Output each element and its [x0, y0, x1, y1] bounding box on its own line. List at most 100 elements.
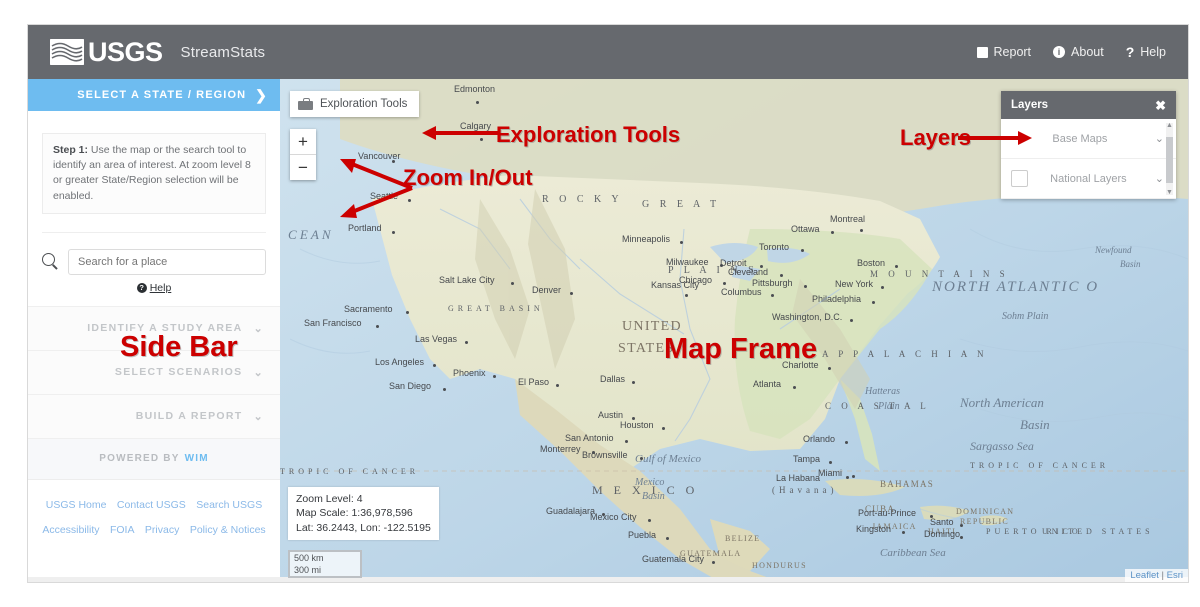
place-search-row: [42, 248, 266, 275]
question-circle-icon: ?: [136, 282, 147, 293]
map-city-label: Denver: [532, 285, 562, 295]
map-region-label: TROPIC OF CANCER: [970, 461, 1110, 470]
map-city-label: Washington, D.C.: [772, 312, 843, 322]
map-city-label: Boston: [857, 258, 886, 268]
question-mark-icon: ?: [1125, 44, 1135, 60]
header-nav: Report i About ? Help: [976, 45, 1166, 59]
powered-by: POWERED BY WIM: [28, 437, 280, 479]
map-city-label: Mexico City: [590, 512, 637, 522]
chevron-down-icon: ⌄: [253, 366, 264, 379]
footer-link-search-usgs[interactable]: Search USGS: [196, 499, 262, 511]
map-city-label: Dallas: [600, 374, 626, 384]
map-city-label: Phoenix: [453, 368, 486, 378]
map-region-label: R O C K Y: [542, 194, 623, 205]
close-icon[interactable]: ✖: [1155, 99, 1166, 112]
search-icon: [42, 253, 59, 270]
scrollbar-thumb[interactable]: [1166, 137, 1173, 183]
annotation-zoom-in-out: Zoom In/Out: [403, 165, 533, 190]
footer-link-policy-notices[interactable]: Policy & Notices: [190, 524, 266, 536]
chevron-down-icon: ⌄: [253, 410, 264, 423]
map-city-label: San Diego: [389, 381, 432, 391]
map-city-label: Philadelphia: [812, 294, 862, 304]
map-attribution: Leaflet | Esri: [1125, 569, 1188, 582]
nav-about-label: About: [1071, 45, 1104, 59]
attribution-leaflet-link[interactable]: Leaflet: [1130, 570, 1159, 581]
map-region-label: BAHAMAS: [880, 479, 935, 489]
layer-checkbox[interactable]: [1011, 170, 1028, 187]
nav-help[interactable]: ? Help: [1126, 45, 1166, 59]
info-circle-icon: i: [1053, 46, 1066, 58]
map-city-label: Houston: [620, 420, 654, 430]
search-help-link-row: ? Help: [28, 282, 280, 294]
sidebar-accordion: IDENTIFY A STUDY AREA ⌄ SELECT SCENARIOS…: [28, 305, 280, 438]
powered-by-brand[interactable]: WIM: [185, 453, 209, 464]
map-region-label: TROPIC OF CANCER: [280, 467, 420, 476]
map-region-label: GREAT BASIN: [448, 304, 544, 313]
map-region-label: DOMINICAN: [956, 507, 1015, 516]
map-city-label: Guatemala City: [642, 554, 705, 564]
map-region-label: G R E A T: [642, 199, 721, 210]
nav-report[interactable]: Report: [976, 45, 1032, 59]
map-city-label: Minneapolis: [622, 234, 671, 244]
usgs-wordmark: USGS: [88, 36, 163, 67]
sidebar-section-build-a-report[interactable]: BUILD A REPORT ⌄: [28, 393, 280, 438]
toolbox-icon: [298, 98, 313, 110]
map-city-label: Toronto: [759, 242, 790, 252]
search-help-link[interactable]: ? Help: [136, 282, 171, 294]
map-region-label: M E X I C O: [592, 483, 699, 497]
layers-scrollbar[interactable]: ▲ ▼: [1166, 122, 1173, 196]
map-city-label: New York: [835, 279, 874, 289]
layer-row-national-layers[interactable]: National Layers ⌄: [1001, 159, 1176, 199]
footer-link-foia[interactable]: FOIA: [110, 524, 135, 536]
zoom-controls: + −: [290, 129, 316, 180]
scale-bar-mi: 300 mi: [288, 564, 362, 578]
app-header: USGS StreamStats Report i About ? Help: [28, 25, 1188, 79]
usgs-wave-mark-icon: [50, 39, 84, 65]
map-city-label: Guadalajara: [546, 506, 596, 516]
map-city-label: Santo: [930, 517, 954, 527]
scroll-down-arrow-icon[interactable]: ▼: [1166, 189, 1173, 196]
zoom-out-button[interactable]: −: [290, 155, 316, 180]
map-city-label: Pittsburgh: [752, 278, 793, 288]
attribution-separator: |: [1158, 570, 1167, 581]
footer-link-privacy[interactable]: Privacy: [145, 524, 179, 536]
sidebar-section-label: BUILD A REPORT: [135, 410, 243, 423]
nav-about[interactable]: i About: [1053, 45, 1104, 59]
select-state-region-label: SELECT A STATE / REGION: [77, 89, 247, 101]
chevron-down-icon: ⌄: [1154, 133, 1164, 145]
horizontal-scrollbar[interactable]: [28, 577, 1188, 582]
map-city-label: Cleveland: [728, 267, 769, 277]
footer-link-accessibility[interactable]: Accessibility: [42, 524, 99, 536]
arrow-to-exploration-tools: [422, 126, 500, 140]
exploration-tools-button[interactable]: Exploration Tools: [290, 91, 420, 117]
search-input[interactable]: [68, 248, 266, 275]
book-icon: [976, 46, 988, 58]
map-city-label: Atlanta: [753, 379, 782, 389]
attribution-esri-link[interactable]: Esri: [1167, 570, 1183, 581]
nav-help-label: Help: [1140, 45, 1166, 59]
scroll-up-arrow-icon[interactable]: ▲: [1166, 122, 1173, 129]
map-city-label: Los Angeles: [375, 357, 425, 367]
zoom-in-button[interactable]: +: [290, 129, 316, 155]
select-state-region-header[interactable]: SELECT A STATE / REGION ❯: [28, 79, 280, 111]
usgs-logo[interactable]: USGS: [50, 36, 163, 67]
sidebar-section-label: SELECT SCENARIOS: [114, 366, 243, 379]
map-city-label: San Antonio: [565, 433, 614, 443]
map-city-label: Chicago: [679, 275, 713, 285]
map-region-label: A P P A L A C H I A N: [822, 349, 988, 359]
map-city-label: Domingo: [924, 529, 961, 539]
nav-report-label: Report: [993, 45, 1032, 59]
map-region-label: REPUBLIC: [960, 517, 1010, 526]
annotation-exploration-tools: Exploration Tools: [496, 122, 681, 147]
sidebar-divider: [42, 231, 266, 233]
map-region-label: (Havana): [772, 485, 838, 495]
map-scale-text: Map Scale: 1:36,978,596: [296, 507, 413, 520]
chevron-down-icon: ⌄: [253, 322, 264, 335]
footer-link-usgs-home[interactable]: USGS Home: [46, 499, 107, 511]
footer-link-contact-usgs[interactable]: Contact USGS: [117, 499, 186, 511]
map-city-label: Montreal: [830, 214, 866, 224]
lat-lon-text: Lat: 36.2443, Lon: -122.5195: [296, 521, 431, 534]
map-city-label: Kingston: [856, 524, 892, 534]
map-city-label: Puebla: [628, 530, 657, 540]
map-city-label: Port-au-Prince: [858, 508, 917, 518]
